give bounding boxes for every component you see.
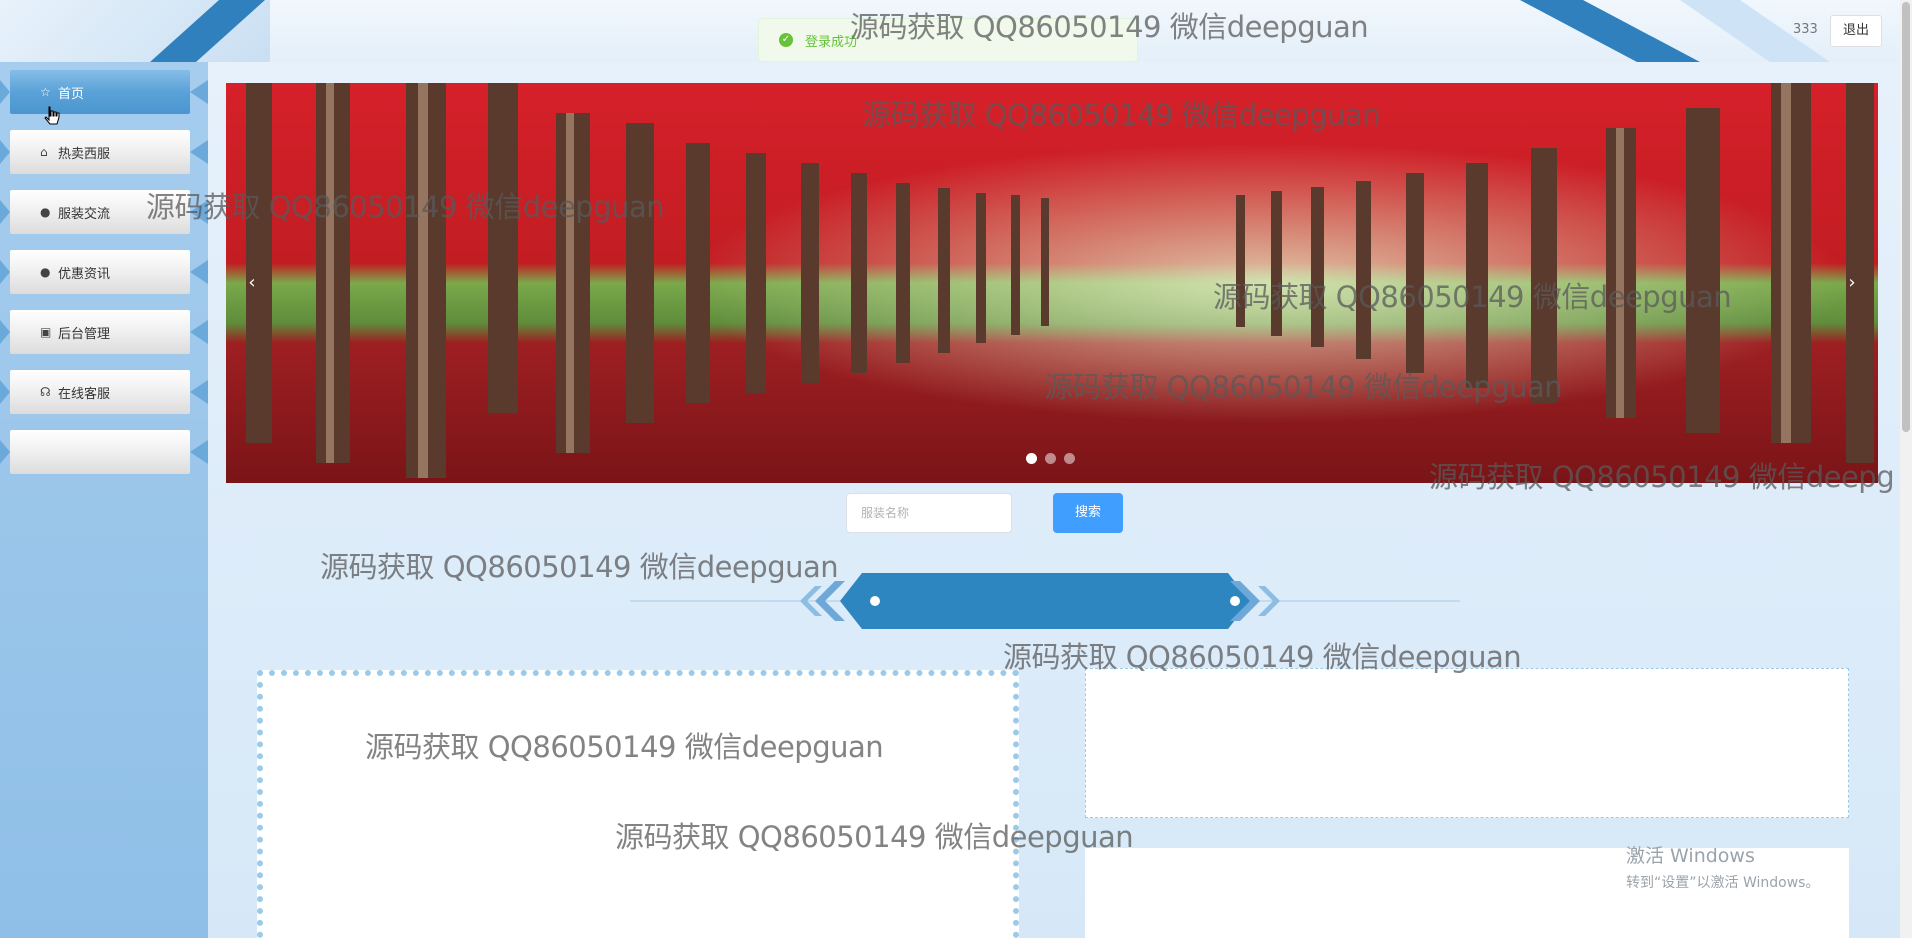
check-circle-icon: ✓ bbox=[779, 33, 793, 47]
carousel-prev-arrow-icon[interactable]: ‹ bbox=[234, 265, 270, 301]
windows-activation-subtitle: 转到“设置”以激活 Windows。 bbox=[1626, 875, 1820, 891]
carousel-indicators bbox=[1026, 453, 1075, 464]
watermark-text: 源码获取 QQ86050149 微信deepguan bbox=[1003, 640, 1522, 674]
sidebar-item-promotions[interactable]: ● 优惠资讯 bbox=[0, 246, 208, 298]
watermark-text: 源码获取 QQ86050149 微信deepguan bbox=[320, 550, 839, 584]
mouse-cursor-icon bbox=[44, 106, 60, 128]
sidebar-item-label: 后台管理 bbox=[58, 326, 111, 342]
headset-icon: ☊ bbox=[40, 385, 51, 399]
windows-activation-notice: 激活 Windows 转到“设置”以激活 Windows。 bbox=[1626, 841, 1819, 892]
content-card-left bbox=[257, 670, 1019, 938]
alert-circle-icon: ● bbox=[40, 205, 51, 219]
sidebar-item-label: 在线客服 bbox=[58, 386, 111, 402]
sidebar-item-label: 首页 bbox=[58, 86, 85, 102]
logout-button[interactable]: 退出 bbox=[1830, 15, 1882, 47]
search-button[interactable]: 搜索 bbox=[1053, 493, 1123, 533]
sidebar-item-label: 热卖西服 bbox=[58, 146, 111, 162]
bag-icon: ⌂ bbox=[40, 145, 48, 159]
carousel-dot-1[interactable] bbox=[1026, 453, 1037, 464]
question-circle-icon: ● bbox=[40, 265, 51, 279]
content-card-right-top bbox=[1085, 668, 1849, 818]
search-input[interactable] bbox=[846, 493, 1012, 533]
watermark-text: 源码获取 QQ86050149 微信deepg bbox=[1429, 460, 1895, 494]
carousel-dot-2[interactable] bbox=[1045, 453, 1056, 464]
briefcase-icon: ▣ bbox=[40, 325, 52, 339]
sidebar-item-hot-suits[interactable]: ⌂ 热卖西服 bbox=[0, 126, 208, 178]
carousel-next-arrow-icon[interactable]: › bbox=[1834, 265, 1870, 301]
watermark-text: 源码获取 QQ86050149 微信deepguan bbox=[1044, 370, 1563, 404]
sidebar-item-home[interactable]: ☆ 首页 bbox=[0, 66, 208, 118]
page-scrollbar[interactable] bbox=[1900, 0, 1912, 938]
scrollbar-thumb[interactable] bbox=[1902, 2, 1910, 432]
windows-activation-title: 激活 Windows bbox=[1626, 845, 1755, 867]
header-decoration-stripe-right bbox=[1520, 0, 1700, 62]
sidebar-item-support[interactable]: ☊ 在线客服 bbox=[0, 366, 208, 418]
watermark-text: 源码获取 QQ86050149 微信deepguan bbox=[1213, 280, 1732, 314]
carousel-dot-3[interactable] bbox=[1064, 453, 1075, 464]
watermark-text: 源码获取 QQ86050149 微信deepguan bbox=[850, 10, 1369, 44]
watermark-text: 源码获取 QQ86050149 微信deepguan bbox=[615, 820, 1134, 854]
sidebar-item-label: 优惠资讯 bbox=[58, 266, 111, 282]
star-icon: ☆ bbox=[40, 85, 51, 99]
username-label: 333 bbox=[1793, 22, 1818, 37]
watermark-text: 源码获取 QQ86050149 微信deepguan bbox=[146, 190, 665, 224]
sidebar-item-blank[interactable] bbox=[0, 426, 208, 478]
sidebar-item-admin[interactable]: ▣ 后台管理 bbox=[0, 306, 208, 358]
sidebar-item-label: 服装交流 bbox=[58, 206, 111, 222]
watermark-text: 源码获取 QQ86050149 微信deepguan bbox=[862, 98, 1381, 132]
watermark-text: 源码获取 QQ86050149 微信deepguan bbox=[365, 730, 884, 764]
